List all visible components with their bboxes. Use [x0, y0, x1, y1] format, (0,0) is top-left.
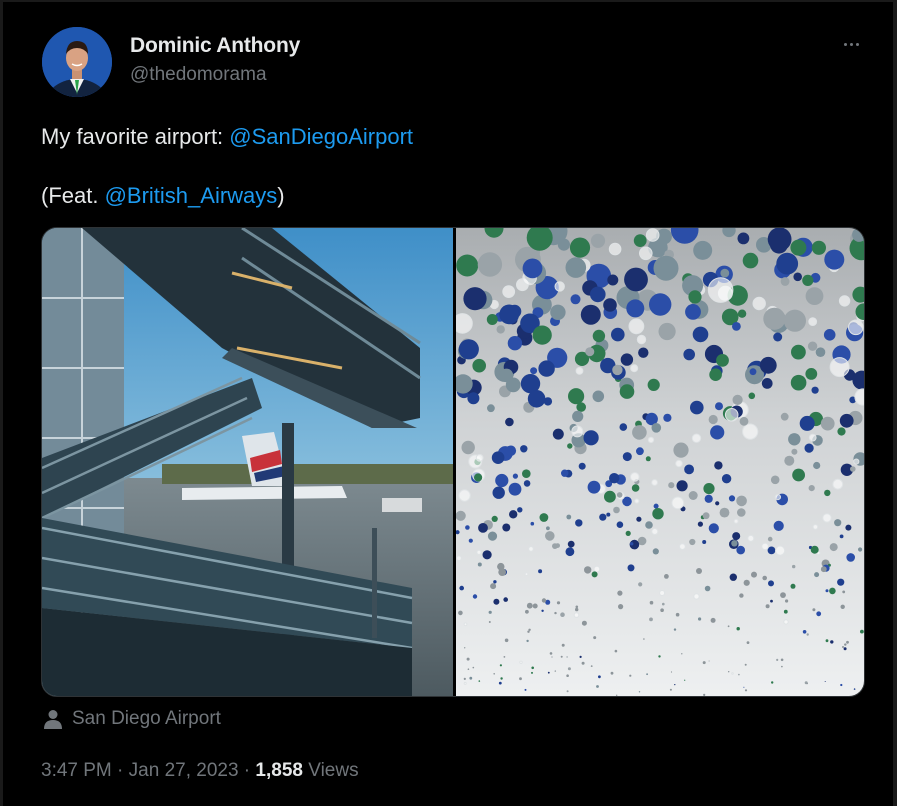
tweet-text-prefix: (Feat. [41, 183, 105, 208]
media-photo-art-installation[interactable] [456, 228, 864, 696]
more-options-icon [843, 42, 847, 46]
more-options-button[interactable] [836, 36, 866, 52]
media-photo-stairs[interactable] [42, 228, 453, 696]
tweet-time[interactable]: 3:47 PM [41, 760, 112, 781]
tweet-text-line-2: (Feat. @British_Airways) [41, 183, 285, 209]
media-grid [41, 227, 865, 697]
mention-link-british-airways[interactable]: @British_Airways [105, 183, 278, 208]
tweet-text-line-1: My favorite airport: @SanDiegoAirport [41, 124, 413, 150]
views-count: 1,858 [255, 760, 303, 781]
tweet-metadata: 3:47 PM · Jan 27, 2023 · 1,858 Views [41, 760, 359, 782]
mention-link-san-diego-airport[interactable]: @SanDiegoAirport [229, 124, 413, 149]
more-options-icon-dot [855, 42, 859, 46]
avatar-image [42, 27, 112, 97]
location-tag[interactable]: San Diego Airport [44, 707, 221, 731]
author-avatar[interactable] [42, 27, 112, 97]
author-name[interactable]: Dominic Anthony [130, 34, 300, 58]
author-handle[interactable]: @thedomorama [130, 64, 267, 86]
person-icon [44, 710, 62, 729]
tweet-text: My favorite airport: [41, 124, 230, 149]
views-label: Views [302, 760, 359, 781]
location-label: San Diego Airport [72, 708, 221, 729]
tweet-text-suffix: ) [277, 183, 285, 208]
meta-separator: · [238, 760, 256, 781]
tweet-date[interactable]: Jan 27, 2023 [129, 760, 239, 781]
meta-separator: · [111, 760, 129, 781]
tweet-card: Dominic Anthony @thedomorama My favorite… [0, 0, 897, 806]
more-options-icon-dot [849, 42, 853, 46]
